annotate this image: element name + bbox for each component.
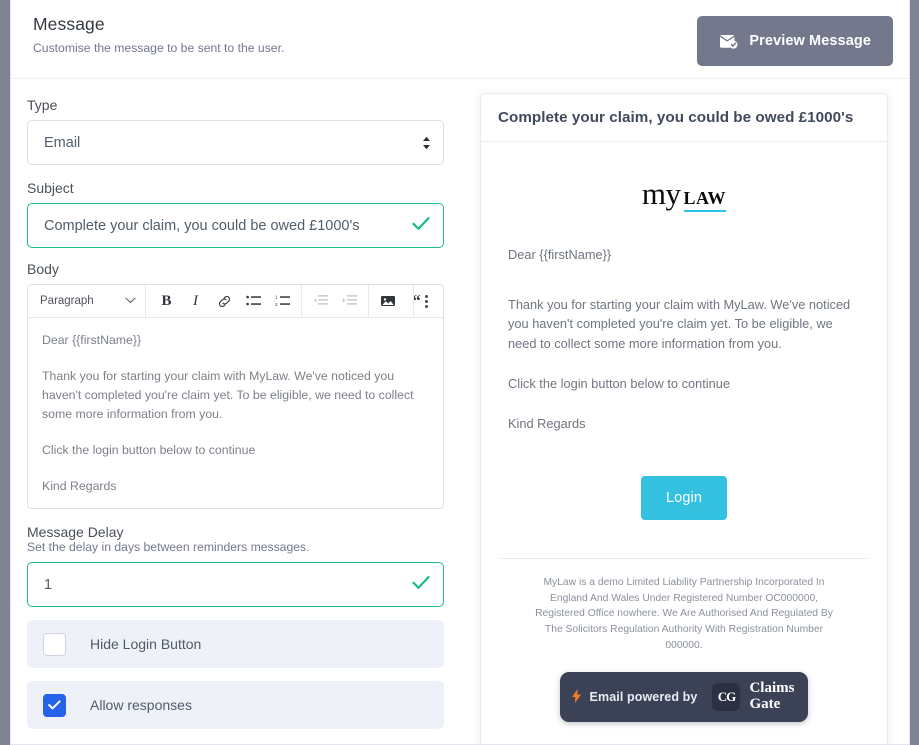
svg-text:1: 1 xyxy=(275,295,278,300)
message-delay-help: Set the delay in days between reminders … xyxy=(27,540,310,555)
login-button-wrapper: Login xyxy=(499,476,869,521)
more-options-button[interactable] xyxy=(413,285,439,318)
block-format-select[interactable]: Paragraph xyxy=(28,285,146,317)
preview-message-label: Preview Message xyxy=(749,33,871,49)
login-button[interactable]: Login xyxy=(641,476,727,521)
modal-header: Message Customise the message to be sent… xyxy=(11,0,909,79)
email-paragraph: Dear {{firstName}} xyxy=(508,247,612,262)
rich-text-editor: Paragraph B I 1 2 “ Dear {{firstName}} T… xyxy=(27,284,444,510)
envelope-check-icon xyxy=(719,34,738,49)
image-button[interactable] xyxy=(373,285,402,317)
chevron-down-icon xyxy=(125,296,136,306)
message-delay-field-wrapper xyxy=(27,562,444,608)
mylaw-logo: my LAW xyxy=(499,176,869,212)
type-select-wrapper: Email xyxy=(27,120,444,165)
body-paragraph: Kind Regards xyxy=(42,479,117,494)
editor-toolbar: Paragraph B I 1 2 “ xyxy=(28,285,443,318)
body-paragraph: Thank you for starting your claim with M… xyxy=(42,369,414,422)
checkmark-icon xyxy=(48,700,61,710)
toolbar-divider-2 xyxy=(368,285,369,318)
email-preview-card: Complete your claim, you could be owed £… xyxy=(480,93,888,744)
hide-login-button-label: Hide Login Button xyxy=(90,636,202,653)
bullet-list-button[interactable] xyxy=(239,285,268,317)
allow-responses-row[interactable]: Allow responses xyxy=(27,681,444,730)
message-form: Type Email Subject Complete your claim, … xyxy=(11,79,463,730)
page-scrollbar[interactable] xyxy=(910,0,919,745)
email-body-text: Dear {{firstName}} Thank you for startin… xyxy=(499,245,869,433)
allow-responses-label: Allow responses xyxy=(90,697,192,714)
block-format-label: Paragraph xyxy=(40,295,94,307)
type-select[interactable]: Email xyxy=(27,120,444,165)
indent-button[interactable] xyxy=(335,285,364,317)
email-paragraph: Click the login button below to continue xyxy=(508,375,730,391)
outdent-button[interactable] xyxy=(306,285,335,317)
message-preview-panel: Complete your claim, you could be owed £… xyxy=(463,79,909,744)
body-label: Body xyxy=(27,261,59,277)
modal-overlay: Message Customise the message to be sent… xyxy=(0,0,919,745)
hide-login-button-row[interactable]: Hide Login Button xyxy=(27,620,444,669)
subject-label: Subject xyxy=(27,180,74,196)
logo-law-text: LAW xyxy=(683,188,727,212)
message-modal: Message Customise the message to be sent… xyxy=(10,0,910,745)
email-paragraph: Thank you for starting your claim with M… xyxy=(508,297,851,351)
logo-my-text: my xyxy=(641,176,681,211)
claims-gate-name-line2: Gate xyxy=(749,696,781,713)
lightning-bolt-icon xyxy=(571,689,581,705)
message-delay-label: Message Delay xyxy=(27,524,124,541)
hide-login-button-checkbox[interactable] xyxy=(43,632,66,656)
powered-by-wrapper: Email powered by CG Claims Gate xyxy=(499,672,869,722)
toolbar-divider xyxy=(301,285,302,318)
bold-button[interactable]: B xyxy=(152,285,181,317)
claims-gate-mark-icon: CG xyxy=(712,683,741,712)
preview-subject-line: Complete your claim, you could be owed £… xyxy=(481,94,887,142)
preview-message-button[interactable]: Preview Message xyxy=(697,16,893,66)
allow-responses-checkbox[interactable] xyxy=(43,693,66,717)
claims-gate-name: Claims Gate xyxy=(749,680,795,713)
link-button[interactable] xyxy=(210,285,239,317)
modal-body: Type Email Subject Complete your claim, … xyxy=(11,79,909,744)
body-paragraph: Click the login button below to continue xyxy=(42,443,256,458)
email-paragraph: Kind Regards xyxy=(508,415,586,431)
italic-button[interactable]: I xyxy=(181,285,210,317)
svg-text:2: 2 xyxy=(275,302,278,307)
subject-field-wrapper xyxy=(27,203,444,248)
powered-by-label: Email powered by xyxy=(589,690,698,705)
body-editor-content[interactable]: Dear {{firstName}} Thank you for startin… xyxy=(28,318,443,509)
body-paragraph: Dear {{firstName}} xyxy=(42,333,142,347)
subject-input[interactable] xyxy=(27,203,444,248)
claims-gate-name-line1: Claims xyxy=(749,680,795,697)
message-delay-input[interactable] xyxy=(27,562,444,608)
numbered-list-button[interactable]: 1 2 xyxy=(268,285,297,317)
email-content: my LAW Dear {{firstName}} Thank you for s… xyxy=(481,142,887,744)
legal-disclaimer: MyLaw is a demo Limited Liability Partne… xyxy=(535,577,833,651)
type-label: Type xyxy=(27,97,58,113)
claims-gate-badge[interactable]: Email powered by CG Claims Gate xyxy=(559,672,809,722)
